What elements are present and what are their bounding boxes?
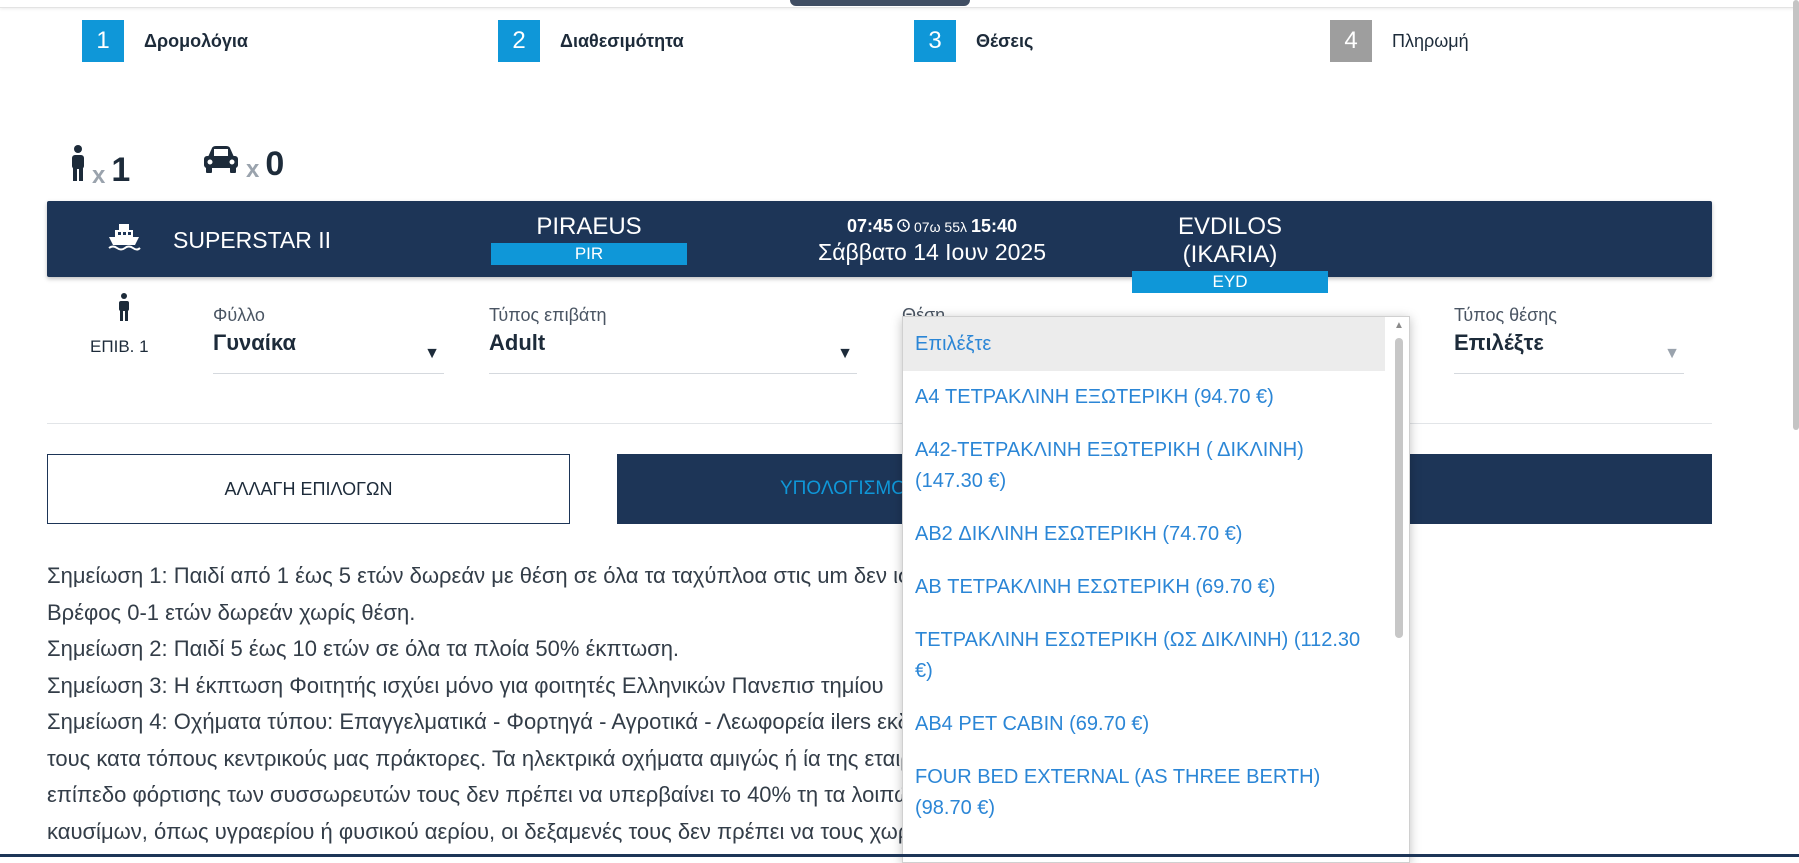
arrival-port-name: EVDILOS (IKARIA) <box>1177 213 1283 268</box>
caret-down-icon: ▼ <box>424 345 440 362</box>
gender-value: Γυναίκα <box>213 330 296 355</box>
dropdown-option[interactable]: ΤΕΤΡΑΚΛΙΝΗ ΕΣΩΤΕΡΙΚΗ (ΩΣ ΔΙΚΛΙΝΗ) (112.3… <box>903 614 1385 698</box>
step-number: 1 <box>82 20 124 62</box>
departure-port-code: PIR <box>491 243 687 265</box>
vehicle-count: x 0 <box>202 145 284 184</box>
step-routes[interactable]: 1 Δρομολόγια <box>82 20 248 62</box>
dropdown-option[interactable]: AB4 PET CABIN (69.70 €) <box>903 698 1385 751</box>
dropdown-option[interactable]: FOUR BED EXTERNAL (AS THREE BERTH) (98.7… <box>903 751 1385 835</box>
step-number: 3 <box>914 20 956 62</box>
trip-date: Σάββατο 14 Ιουν 2025 <box>817 239 1046 265</box>
note-line: Σημείωση 2: Παιδί 5 έως 10 ετών σε όλα τ… <box>47 636 680 661</box>
seat-type-value: Επιλέξτε <box>1454 330 1544 355</box>
caret-down-icon: ▼ <box>1664 345 1680 362</box>
trip-times: 07:45 07ω 55λ 15:40 Σάββατο 14 Ιουν 2025 <box>777 216 1087 266</box>
step-payment: 4 Πληρωμή <box>1330 20 1469 62</box>
multiply-sign: x <box>92 162 106 189</box>
passenger-count: x 1 <box>70 145 130 190</box>
departure-port: PIRAEUS PIR <box>491 213 687 265</box>
ship-icon <box>107 223 141 257</box>
vessel-name: SUPERSTAR II <box>173 226 332 253</box>
person-icon <box>70 145 86 190</box>
dropdown-scrollbar[interactable]: ▲ <box>1392 317 1406 862</box>
passenger-label: ΕΠΙΒ. 1 <box>90 337 149 356</box>
note-line: επίπεδο φόρτισης των συσσωρευτών τους δε… <box>47 782 1060 807</box>
step-label: Διαθεσιμότητα <box>560 30 684 51</box>
passenger-type-select[interactable]: Τύπος επιβάτη Adult ▼ <box>489 305 857 374</box>
note-line: Σημείωση 4: Οχήματα τύπου: Επαγγελματικά… <box>47 709 1077 734</box>
arrival-port: EVDILOS (IKARIA) EYD <box>1132 213 1328 293</box>
step-number: 2 <box>498 20 540 62</box>
dropdown-option[interactable]: A42-ΤΕΤΡΑΚΛΙΝΗ ΕΞΩΤΕΡΙΚΗ ( ΔΙΚΛΙΝΗ) (147… <box>903 424 1385 508</box>
step-number: 4 <box>1330 20 1372 62</box>
adult-count: 1 <box>111 151 131 189</box>
vessel: SUPERSTAR II <box>107 223 331 257</box>
dropdown-option[interactable]: AB ΤΕΤΡΑΚΛΙΝΗ ΕΣΩΤΕΡΙΚΗ (69.70 €) <box>903 561 1385 614</box>
scroll-up-icon[interactable]: ▲ <box>1393 320 1405 331</box>
change-options-button[interactable]: ΑΛΛΑΓΗ ΕΠΙΛΟΓΩΝ <box>47 454 570 524</box>
person-icon <box>118 293 130 326</box>
page-scrollbar-thumb[interactable] <box>1793 0 1799 430</box>
dropdown-option[interactable]: AB2 ΔΙΚΛΙΝΗ ΕΣΩΤΕΡΙΚΗ (74.70 €) <box>903 508 1385 561</box>
note-line: Σημείωση 1: Παιδί από 1 έως 5 ετών δωρεά… <box>47 563 1084 588</box>
step-availability[interactable]: 2 Διαθεσιμότητα <box>498 20 684 62</box>
scrollbar-thumb[interactable] <box>1395 338 1403 638</box>
vehicle-count-value: 0 <box>265 145 285 183</box>
divider <box>47 423 1712 424</box>
departure-time: 07:45 <box>846 216 894 236</box>
arrival-time: 15:40 <box>970 216 1018 236</box>
route-banner: SUPERSTAR II PIRAEUS PIR 07:45 07ω 55λ 1… <box>47 201 1712 293</box>
note-line: Βρέφος 0-1 ετών δωρεάν χωρίς θέση. <box>47 599 416 625</box>
departure-port-name: PIRAEUS <box>536 213 642 240</box>
passenger-type-value: Adult <box>489 330 546 355</box>
note-line: Σημείωση 3: Η έκπτωση Φοιτητής ισχύει μό… <box>47 672 884 698</box>
car-icon <box>202 145 240 184</box>
step-label: Δρομολόγια <box>144 30 248 51</box>
caret-down-icon: ▼ <box>837 345 853 362</box>
passenger-type-label: Τύπος επιβάτη <box>489 305 607 325</box>
gender-select[interactable]: Φύλλο Γυναίκα ▼ <box>213 305 444 374</box>
arrival-port-code: EYD <box>1132 271 1328 293</box>
gender-label: Φύλλο <box>213 305 265 325</box>
dropdown-option-selected[interactable]: Επιλέξτε <box>903 317 1385 371</box>
step-label: Πληρωμή <box>1392 30 1469 51</box>
step-label: Θέσεις <box>976 30 1034 51</box>
clock-icon <box>897 216 910 237</box>
seat-type-label: Τύπος θέσης <box>1454 305 1557 325</box>
notes-block: Σημείωση 1: Παιδί από 1 έως 5 ετών δωρεά… <box>47 558 1727 850</box>
trip-duration: 07ω 55λ <box>914 218 967 235</box>
seat-type-select[interactable]: Τύπος θέσης Επιλέξτε ▼ <box>1454 305 1684 374</box>
dropdown-option[interactable]: A4 ΤΕΤΡΑΚΛΙΝΗ ΕΞΩΤΕΡΙΚΗ (94.70 €) <box>903 371 1385 424</box>
seat-dropdown-list[interactable]: Επιλέξτε A4 ΤΕΤΡΑΚΛΙΝΗ ΕΞΩΤΕΡΙΚΗ (94.70 … <box>902 316 1410 863</box>
note-line: καυσίμων, όπως υγραερίου ή φυσικού αερίο… <box>47 818 1018 844</box>
note-line: τους κατα τόπους κεντρικούς μας πράκτορε… <box>47 745 1020 771</box>
multiply-sign: x <box>246 156 260 183</box>
header-logo-fragment <box>790 0 970 6</box>
page-scrollbar[interactable] <box>1793 0 1799 857</box>
step-seats[interactable]: 3 Θέσεις <box>914 20 1033 62</box>
